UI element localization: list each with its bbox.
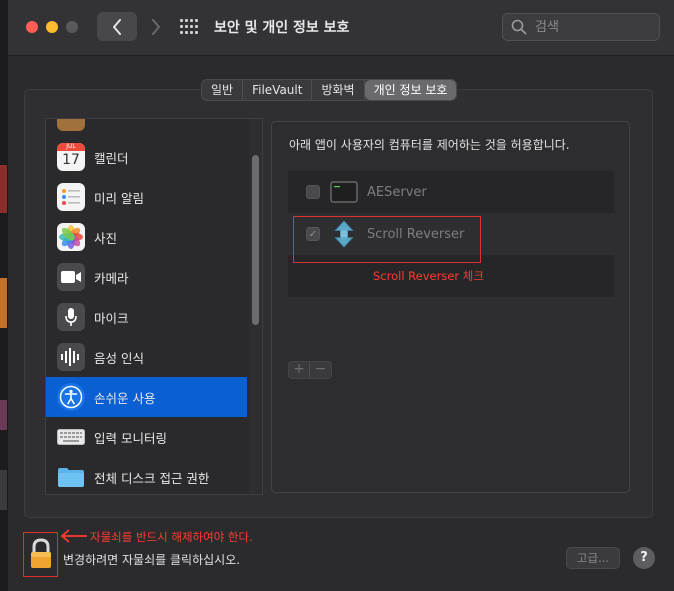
permission-description: 아래 앱이 사용자의 컴퓨터를 제어하는 것을 허용합니다. — [289, 138, 570, 152]
sidebar-item-label: 캘린더 — [94, 150, 129, 166]
sidebar-item-photos[interactable]: 사진 — [46, 217, 247, 257]
sidebar-item-accessibility[interactable]: 손쉬운 사용 — [46, 377, 247, 417]
search-field[interactable] — [502, 13, 660, 41]
sidebar-item-label: 카메라 — [94, 270, 129, 286]
list-item[interactable] — [46, 119, 247, 137]
annotation-arrow-icon — [60, 529, 87, 543]
sidebar-item-speech-recognition[interactable]: 음성 인식 — [46, 337, 247, 377]
photos-icon — [57, 223, 85, 251]
remove-app-button[interactable]: − — [310, 362, 331, 378]
sidebar-item-input-monitoring[interactable]: 입력 모니터링 — [46, 417, 247, 457]
add-remove-buttons: + − — [288, 361, 332, 379]
tab-bar: 일반 FileVault 방화벽 개인 정보 보호 — [201, 79, 458, 101]
search-input[interactable] — [533, 17, 653, 37]
calendar-day: 17 — [62, 152, 80, 168]
sidebar-item-calendar[interactable]: JUL 17 캘린더 — [46, 137, 247, 177]
calendar-month: JUL — [57, 143, 85, 151]
minimize-window-button[interactable] — [46, 21, 58, 33]
contacts-icon — [57, 119, 85, 131]
terminal-icon — [330, 181, 358, 203]
lock-icon[interactable] — [29, 538, 53, 570]
calendar-icon: JUL 17 — [57, 143, 85, 171]
search-icon — [511, 19, 527, 35]
tab-privacy[interactable]: 개인 정보 보호 — [364, 80, 457, 100]
tab-general[interactable]: 일반 — [202, 80, 244, 100]
sidebar-item-reminders[interactable]: 미리 알림 — [46, 177, 247, 217]
sidebar-item-camera[interactable]: 카메라 — [46, 257, 247, 297]
window-title: 보안 및 개인 정보 보호 — [214, 20, 350, 36]
help-button[interactable]: ? — [633, 547, 655, 569]
accessibility-icon — [57, 383, 85, 411]
app-name: AEServer — [367, 184, 427, 200]
microphone-icon — [57, 303, 85, 331]
show-all-grid-icon[interactable] — [180, 19, 198, 35]
app-checkbox-aeserver[interactable] — [306, 185, 320, 199]
sidebar-item-label: 손쉬운 사용 — [94, 390, 156, 406]
list-scrollbar-thumb[interactable] — [252, 155, 259, 325]
advanced-button[interactable]: 고급... — [566, 547, 620, 569]
privacy-category-list: JUL 17 캘린더 미리 알림 사진 카메라 마이크 음성 인식 손쉬운 사용… — [45, 118, 263, 495]
sidebar-item-label: 음성 인식 — [94, 350, 144, 366]
sidebar-item-label: 마이크 — [94, 310, 129, 326]
reminders-icon — [57, 183, 85, 211]
folder-icon — [57, 463, 85, 491]
close-window-button[interactable] — [26, 21, 38, 33]
permission-panel: 아래 앱이 사용자의 컴퓨터를 제어하는 것을 허용합니다. AEServer … — [271, 121, 630, 493]
sidebar-item-label: 사진 — [94, 230, 118, 246]
sidebar-item-label: 입력 모니터링 — [94, 430, 167, 446]
tab-filevault[interactable]: FileVault — [243, 80, 313, 100]
speech-recognition-icon — [57, 343, 85, 371]
tab-firewall[interactable]: 방화벽 — [312, 80, 365, 100]
annotation-lock-note: 자물쇠를 반드시 해제하여야 한다. — [90, 530, 253, 544]
sidebar-item-label: 전체 디스크 접근 권한 — [94, 470, 210, 486]
add-app-button[interactable]: + — [289, 362, 311, 378]
camera-icon — [57, 263, 85, 291]
preferences-window: 보안 및 개인 정보 보호 일반 FileVault 방화벽 개인 정보 보호 … — [7, 0, 674, 591]
zoom-window-button[interactable] — [66, 21, 78, 33]
chevron-left-icon — [113, 18, 121, 35]
keyboard-icon — [57, 423, 85, 451]
sidebar-item-label: 미리 알림 — [94, 190, 144, 206]
table-row[interactable]: AEServer — [288, 171, 614, 213]
annotation-scroll-note: Scroll Reverser 체크 — [373, 269, 484, 283]
sidebar-item-full-disk-access[interactable]: 전체 디스크 접근 권한 — [46, 457, 247, 494]
desktop-background — [0, 0, 7, 591]
sidebar-item-microphone[interactable]: 마이크 — [46, 297, 247, 337]
forward-button[interactable] — [142, 12, 170, 41]
table-row-empty — [288, 297, 614, 350]
annotation-box-scroll-reverser — [293, 216, 481, 263]
titlebar: 보안 및 개인 정보 보호 — [8, 0, 674, 56]
lock-instruction: 변경하려면 자물쇠를 클릭하십시오. — [63, 553, 241, 567]
back-button[interactable] — [97, 12, 137, 41]
chevron-right-icon — [152, 18, 160, 35]
